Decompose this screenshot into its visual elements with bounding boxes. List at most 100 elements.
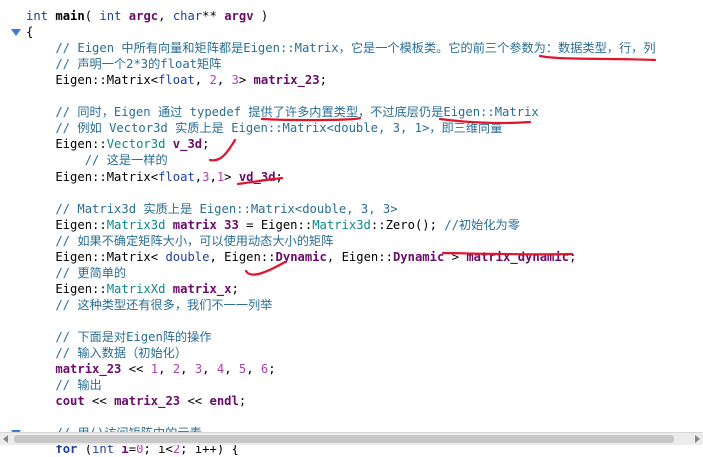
code-token: ;	[275, 169, 283, 184]
code-token: ;	[569, 249, 577, 264]
code-token: <	[150, 249, 166, 264]
horizontal-scrollbar[interactable]	[0, 432, 703, 445]
code-token: )	[253, 9, 269, 23]
code-token: ;	[202, 137, 210, 152]
code-line[interactable]: Eigen::Matrix<float,3,1> vd_3d;	[26, 169, 283, 185]
code-token: >	[444, 249, 467, 264]
scroll-left-icon[interactable]	[3, 435, 8, 443]
code-token: Matrix	[106, 249, 151, 264]
code-line[interactable]: {	[26, 24, 33, 40]
code-token: Eigen::	[26, 281, 107, 296]
code-token: Dynamic	[275, 249, 327, 264]
code-line[interactable]: matrix_23 << 1, 2, 3, 4, 5, 6;	[26, 361, 276, 377]
code-token: <<	[84, 394, 115, 409]
code-token: MatrixXd	[106, 281, 166, 296]
fold-toggle-icon[interactable]	[11, 29, 21, 37]
code-token: endl	[209, 394, 239, 409]
code-token: vd_3d	[238, 169, 276, 184]
code-token: Matrix3d	[106, 217, 166, 232]
code-token: >	[224, 169, 239, 184]
code-token: main	[55, 9, 85, 23]
code-token: ::	[370, 217, 386, 232]
code-line[interactable]: // 下面是对Eigen阵的操作	[26, 329, 212, 345]
code-token: // 例如 Vector3d 实质上是 Eigen::Matrix<double…	[26, 121, 503, 136]
code-token: int	[26, 9, 49, 23]
code-token: <<	[180, 394, 210, 409]
code-line[interactable]: Eigen::Matrix<float, 2, 3> matrix_23;	[26, 72, 327, 88]
code-line[interactable]: // Eigen 中所有向量和矩阵都是Eigen::Matrix，它是一个模板类…	[26, 40, 656, 56]
code-token: Matrix	[106, 73, 151, 88]
code-token: Zero	[385, 217, 415, 232]
code-token: Eigen::	[26, 73, 107, 88]
code-token: , Eigen::	[209, 249, 276, 264]
code-token: >	[238, 73, 254, 88]
code-token: Matrix3d	[312, 217, 371, 232]
code-token: {	[26, 25, 34, 40]
code-token: // 声明一个2*3的float矩阵	[26, 57, 222, 72]
code-token: float	[158, 73, 195, 88]
code-token: // 同时，Eigen 通过 typedef 提供了许多内置类型，不过底层仍是E…	[26, 105, 539, 120]
code-line[interactable]: Eigen::Matrix< double, Eigen::Dynamic, E…	[26, 249, 576, 265]
code-token: <	[150, 73, 159, 88]
code-line[interactable]: // 输入数据（初始化）	[26, 345, 187, 361]
code-token: (	[84, 9, 100, 23]
code-token: Matrix	[106, 169, 151, 184]
code-line[interactable]: Eigen::MatrixXd matrix_x;	[26, 281, 239, 297]
code-token: int	[99, 9, 122, 23]
code-token: ;	[238, 394, 247, 409]
code-line[interactable]: int main( int argc, char** argv )	[26, 8, 268, 24]
editor-gutter	[0, 0, 26, 445]
scroll-right-icon[interactable]	[695, 435, 700, 443]
code-line[interactable]: // 输出	[26, 377, 102, 393]
code-token: Eigen::	[26, 169, 107, 184]
code-token: matrix_dynamic	[466, 249, 570, 264]
code-token: // 这种类型还有很多，我们不一一列举	[26, 297, 273, 312]
code-token: argv	[224, 9, 254, 23]
code-token: ;	[319, 73, 327, 88]
code-token: ;	[231, 281, 239, 296]
code-token: // 下面是对Eigen阵的操作	[26, 330, 212, 344]
code-token: ,	[202, 362, 217, 377]
code-editor[interactable]: int main( int argc, char** argv ){ // Ei…	[0, 0, 703, 456]
code-line[interactable]: // 同时，Eigen 通过 typedef 提供了许多内置类型，不过底层仍是E…	[26, 104, 539, 120]
code-line[interactable]: Eigen::Vector3d v_3d;	[26, 136, 209, 152]
code-token: **	[202, 9, 225, 23]
code-line[interactable]: // 这种类型还有很多，我们不一一列举	[26, 297, 272, 313]
code-line[interactable]: cout << matrix_23 << endl;	[26, 393, 246, 409]
code-token: argc	[128, 9, 159, 23]
code-token: Dynamic	[392, 249, 445, 264]
code-token: matrix_23	[55, 362, 122, 377]
code-token: matrix_x	[172, 281, 232, 296]
code-line[interactable]: Eigen::Matrix3d matrix 33 = Eigen::Matri…	[26, 217, 520, 233]
code-token: ,	[158, 9, 173, 23]
code-token: ,	[216, 73, 232, 88]
code-token: double	[165, 249, 210, 264]
code-token: ,	[194, 73, 210, 88]
code-token: matrix 33	[172, 217, 239, 232]
code-line[interactable]: // Matrix3d 实质上是 Eigen::Matrix<double, 3…	[26, 201, 397, 217]
code-line[interactable]: // 例如 Vector3d 实质上是 Eigen::Matrix<double…	[26, 120, 502, 136]
code-line[interactable]: // 这是一样的	[26, 152, 168, 168]
annotation-check-1	[208, 138, 237, 162]
code-line[interactable]: // 如果不确定矩阵大小，可以使用动态大小的矩阵	[26, 233, 333, 249]
code-token: ,	[209, 169, 217, 184]
code-token: //初始化为零	[444, 217, 520, 232]
code-line[interactable]: // 更简单的	[26, 265, 126, 281]
code-token: Vector3d	[106, 137, 166, 152]
code-token: ();	[414, 217, 445, 232]
code-token: // Eigen 中所有向量和矩阵都是Eigen::Matrix，它是一个模板类…	[26, 41, 656, 56]
code-token: // 输入数据（初始化）	[26, 346, 188, 361]
code-token: v_3d	[172, 137, 203, 152]
code-token: ;	[268, 362, 276, 377]
code-token: // 如果不确定矩阵大小，可以使用动态大小的矩阵	[26, 233, 334, 248]
scrollbar-thumb[interactable]	[14, 435, 674, 443]
code-token: // 输出	[26, 378, 102, 393]
code-line[interactable]: // 声明一个2*3的float矩阵	[26, 56, 221, 72]
code-token: char	[172, 9, 203, 23]
